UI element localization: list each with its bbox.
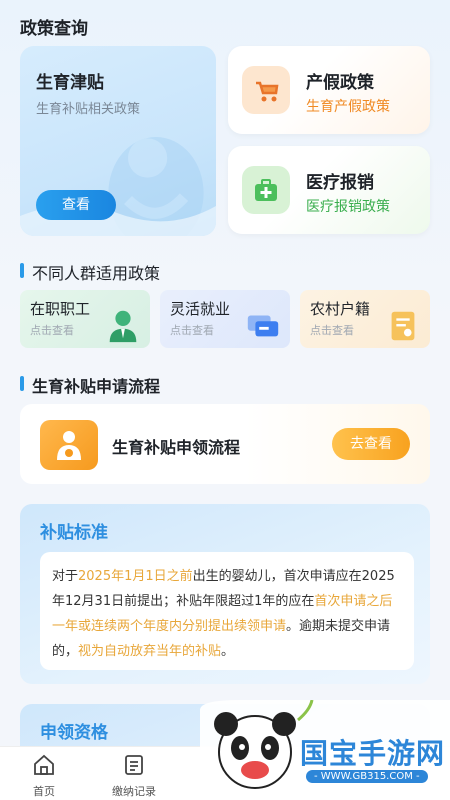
groups-section-title: 不同人群适用政策 [20,260,160,284]
group-subtitle: 点击查看 [30,324,74,337]
maternity-allowance-card[interactable]: 生育津贴 生育补贴相关政策 查看 [20,46,216,236]
card-title: 产假政策 [306,73,374,93]
tab-label: 首页 [33,785,55,798]
tab-payment-records[interactable]: 缴纳记录 [104,753,164,799]
group-subtitle: 点击查看 [310,324,354,337]
mother-baby-icon [40,420,98,470]
go-view-button[interactable]: 去查看 [332,428,410,460]
eligibility-title: 申领资格 [40,723,108,743]
view-button[interactable]: 查看 [36,190,116,220]
group-flexible-employment[interactable]: 灵活就业 点击查看 [160,290,290,348]
tab-label: 缴纳记录 [112,785,156,798]
stroller-icon [242,66,290,114]
tab-home[interactable]: 首页 [14,753,74,799]
home-icon [34,754,54,775]
card-title: 医疗报销 [306,173,374,193]
process-card-title: 生育补贴申领流程 [112,438,241,457]
card-subtitle: 生育产假政策 [306,99,390,115]
featured-title: 生育津贴 [36,73,104,93]
watermark-url: - WWW.GB315.COM - [306,770,428,783]
process-section-title: 生育补贴申请流程 [20,373,160,397]
maternity-leave-card[interactable]: 产假政策 生育产假政策 [228,46,430,134]
document-icon [391,311,415,341]
group-rural-household[interactable]: 农村户籍 点击查看 [300,290,430,348]
worker-icon [109,310,137,343]
medical-reimbursement-card[interactable]: 医疗报销 医疗报销政策 [228,146,430,234]
group-employees[interactable]: 在职职工 点击查看 [20,290,150,348]
group-title: 灵活就业 [170,300,231,318]
cards-icon [247,315,279,337]
page-title: 政策查询 [20,19,88,39]
subsidy-standard-card: 补贴标准 对于2025年1月1日之前出生的婴幼儿，首次申请应在2025年12月3… [20,504,430,684]
record-icon [125,755,143,775]
group-subtitle: 点击查看 [170,324,214,337]
watermark-text: 国宝手游网 [300,737,446,770]
standard-text: 对于2025年1月1日之前出生的婴幼儿，首次申请应在2025年12月31日前提出… [40,552,414,670]
application-process-card[interactable]: 生育补贴申领流程 去查看 [20,404,430,484]
standard-title: 补贴标准 [40,523,108,543]
group-title: 在职职工 [30,300,91,318]
group-title: 农村户籍 [310,300,371,318]
card-subtitle: 医疗报销政策 [306,199,390,215]
medical-kit-icon [242,166,290,214]
featured-subtitle: 生育补贴相关政策 [36,102,141,117]
